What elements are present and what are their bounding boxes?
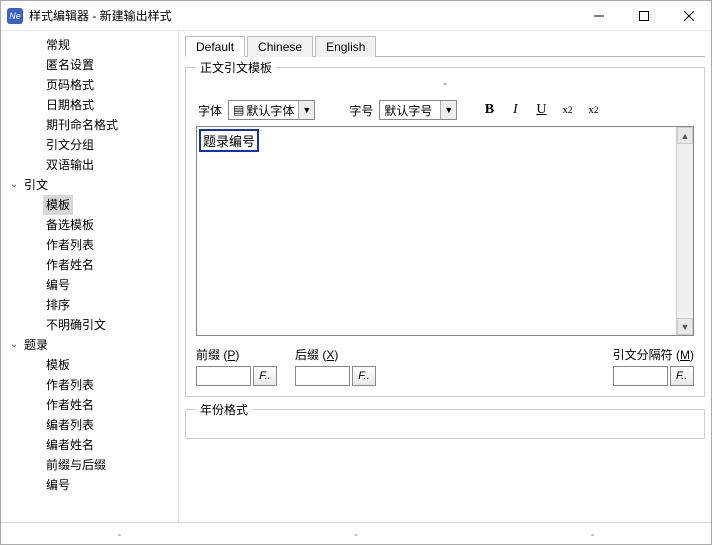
tree-item[interactable]: 编者姓名 [1, 435, 178, 455]
tree-item[interactable]: 排序 [1, 295, 178, 315]
tree-label[interactable]: 编者列表 [43, 415, 97, 435]
separator-format-button[interactable]: F.. [670, 366, 694, 386]
tree-label[interactable]: 页码格式 [43, 75, 97, 95]
tree-label[interactable]: 引文 [21, 175, 51, 195]
tree-item[interactable]: 日期格式 [1, 95, 178, 115]
size-label: 字号 [349, 102, 373, 119]
tree-item[interactable]: 备选模板 [1, 215, 178, 235]
separator-input[interactable] [613, 366, 668, 386]
tree-label[interactable]: 日期格式 [43, 95, 97, 115]
year-format-group: 年份格式 [185, 409, 705, 439]
editor-scrollbar[interactable]: ▲ ▼ [676, 127, 693, 335]
tree-label[interactable]: 模板 [43, 355, 73, 375]
suffix-format-button[interactable]: F.. [352, 366, 376, 386]
tree-item[interactable]: 引文分组 [1, 135, 178, 155]
bold-button[interactable]: B [479, 100, 499, 120]
dash-placeholder: - [196, 76, 694, 92]
superscript-button[interactable]: x2 [583, 100, 603, 120]
tree-item[interactable]: 作者列表 [1, 235, 178, 255]
tree-item[interactable]: 不明确引文 [1, 315, 178, 335]
tree-item[interactable]: 编号 [1, 275, 178, 295]
chevron-down-icon[interactable]: ▼ [440, 101, 456, 119]
tree-item[interactable]: 作者列表 [1, 375, 178, 395]
tab-chinese[interactable]: Chinese [247, 36, 313, 57]
tab-default[interactable]: Default [185, 36, 245, 57]
tree-label[interactable]: 双语输出 [43, 155, 97, 175]
sidebar[interactable]: 常规匿名设置页码格式日期格式期刊命名格式引文分组双语输出⌄引文模板备选模板作者列… [1, 31, 179, 522]
chevron-down-icon[interactable]: ▼ [298, 101, 314, 119]
prefix-format-button[interactable]: F.. [253, 366, 277, 386]
subscript-button[interactable]: x2 [557, 100, 577, 120]
tree-item[interactable]: 页码格式 [1, 75, 178, 95]
font-icon: ▤ [233, 103, 244, 117]
maximize-button[interactable] [621, 1, 666, 30]
window-title: 样式编辑器 - 新建输出样式 [29, 7, 576, 24]
tree-item[interactable]: 作者姓名 [1, 395, 178, 415]
tree-label[interactable]: 作者姓名 [43, 255, 97, 275]
group-legend: 正文引文模板 [196, 59, 276, 76]
tree-label[interactable]: 题录 [21, 335, 51, 355]
tree-label[interactable]: 期刊命名格式 [43, 115, 121, 135]
tree-label[interactable]: 备选模板 [43, 215, 97, 235]
size-combo[interactable]: 默认字号 ▼ [379, 100, 457, 120]
template-editor[interactable]: 题录编号 [197, 127, 676, 335]
collapse-icon[interactable]: ⌄ [7, 335, 21, 355]
tree-label[interactable]: 匿名设置 [43, 55, 97, 75]
tab-english[interactable]: English [315, 36, 376, 57]
app-icon: Ne [7, 8, 23, 24]
tree-label[interactable]: 作者姓名 [43, 395, 97, 415]
separator-label: 引文分隔符 (M) [613, 346, 694, 363]
tree-item[interactable]: 编号 [1, 475, 178, 495]
tree-label[interactable]: 不明确引文 [43, 315, 109, 335]
italic-button[interactable]: I [505, 100, 525, 120]
tree-item[interactable]: 匿名设置 [1, 55, 178, 75]
tree-label[interactable]: 排序 [43, 295, 73, 315]
tree-label[interactable]: 编者姓名 [43, 435, 97, 455]
tree-label[interactable]: 前缀与后缀 [43, 455, 109, 475]
tree-label[interactable]: 编号 [43, 275, 73, 295]
suffix-label: 后缀 (X) [295, 346, 376, 363]
close-button[interactable] [666, 1, 711, 30]
tree-item[interactable]: 模板 [1, 195, 178, 215]
tree-label[interactable]: 常规 [43, 35, 73, 55]
citation-template-group: 正文引文模板 - 字体 ▤默认字体 ▼ 字号 默认字号 ▼ B I U x2 [185, 67, 705, 397]
tree-label[interactable]: 引文分组 [43, 135, 97, 155]
tree-item[interactable]: 常规 [1, 35, 178, 55]
tree-item[interactable]: 双语输出 [1, 155, 178, 175]
collapse-icon[interactable]: ⌄ [7, 175, 21, 195]
tree-label[interactable]: 作者列表 [43, 235, 97, 255]
scroll-down-icon[interactable]: ▼ [677, 318, 693, 335]
tree-item[interactable]: 编者列表 [1, 415, 178, 435]
tree-label[interactable]: 作者列表 [43, 375, 97, 395]
suffix-input[interactable] [295, 366, 350, 386]
field-token[interactable]: 题录编号 [199, 129, 259, 152]
tree-item[interactable]: 期刊命名格式 [1, 115, 178, 135]
tree-label[interactable]: 编号 [43, 475, 73, 495]
minimize-button[interactable] [576, 1, 621, 30]
year-legend: 年份格式 [196, 401, 252, 418]
scroll-up-icon[interactable]: ▲ [677, 127, 693, 144]
underline-button[interactable]: U [531, 100, 551, 120]
tree-label[interactable]: 模板 [43, 195, 73, 215]
prefix-label: 前缀 (P) [196, 346, 277, 363]
tree-item[interactable]: 作者姓名 [1, 255, 178, 275]
tree-item[interactable]: 模板 [1, 355, 178, 375]
font-label: 字体 [198, 102, 222, 119]
tree-group[interactable]: ⌄引文 [1, 175, 178, 195]
tree-group[interactable]: ⌄题录 [1, 335, 178, 355]
tree-item[interactable]: 前缀与后缀 [1, 455, 178, 475]
statusbar: - - - [1, 522, 711, 544]
font-combo[interactable]: ▤默认字体 ▼ [228, 100, 315, 120]
prefix-input[interactable] [196, 366, 251, 386]
